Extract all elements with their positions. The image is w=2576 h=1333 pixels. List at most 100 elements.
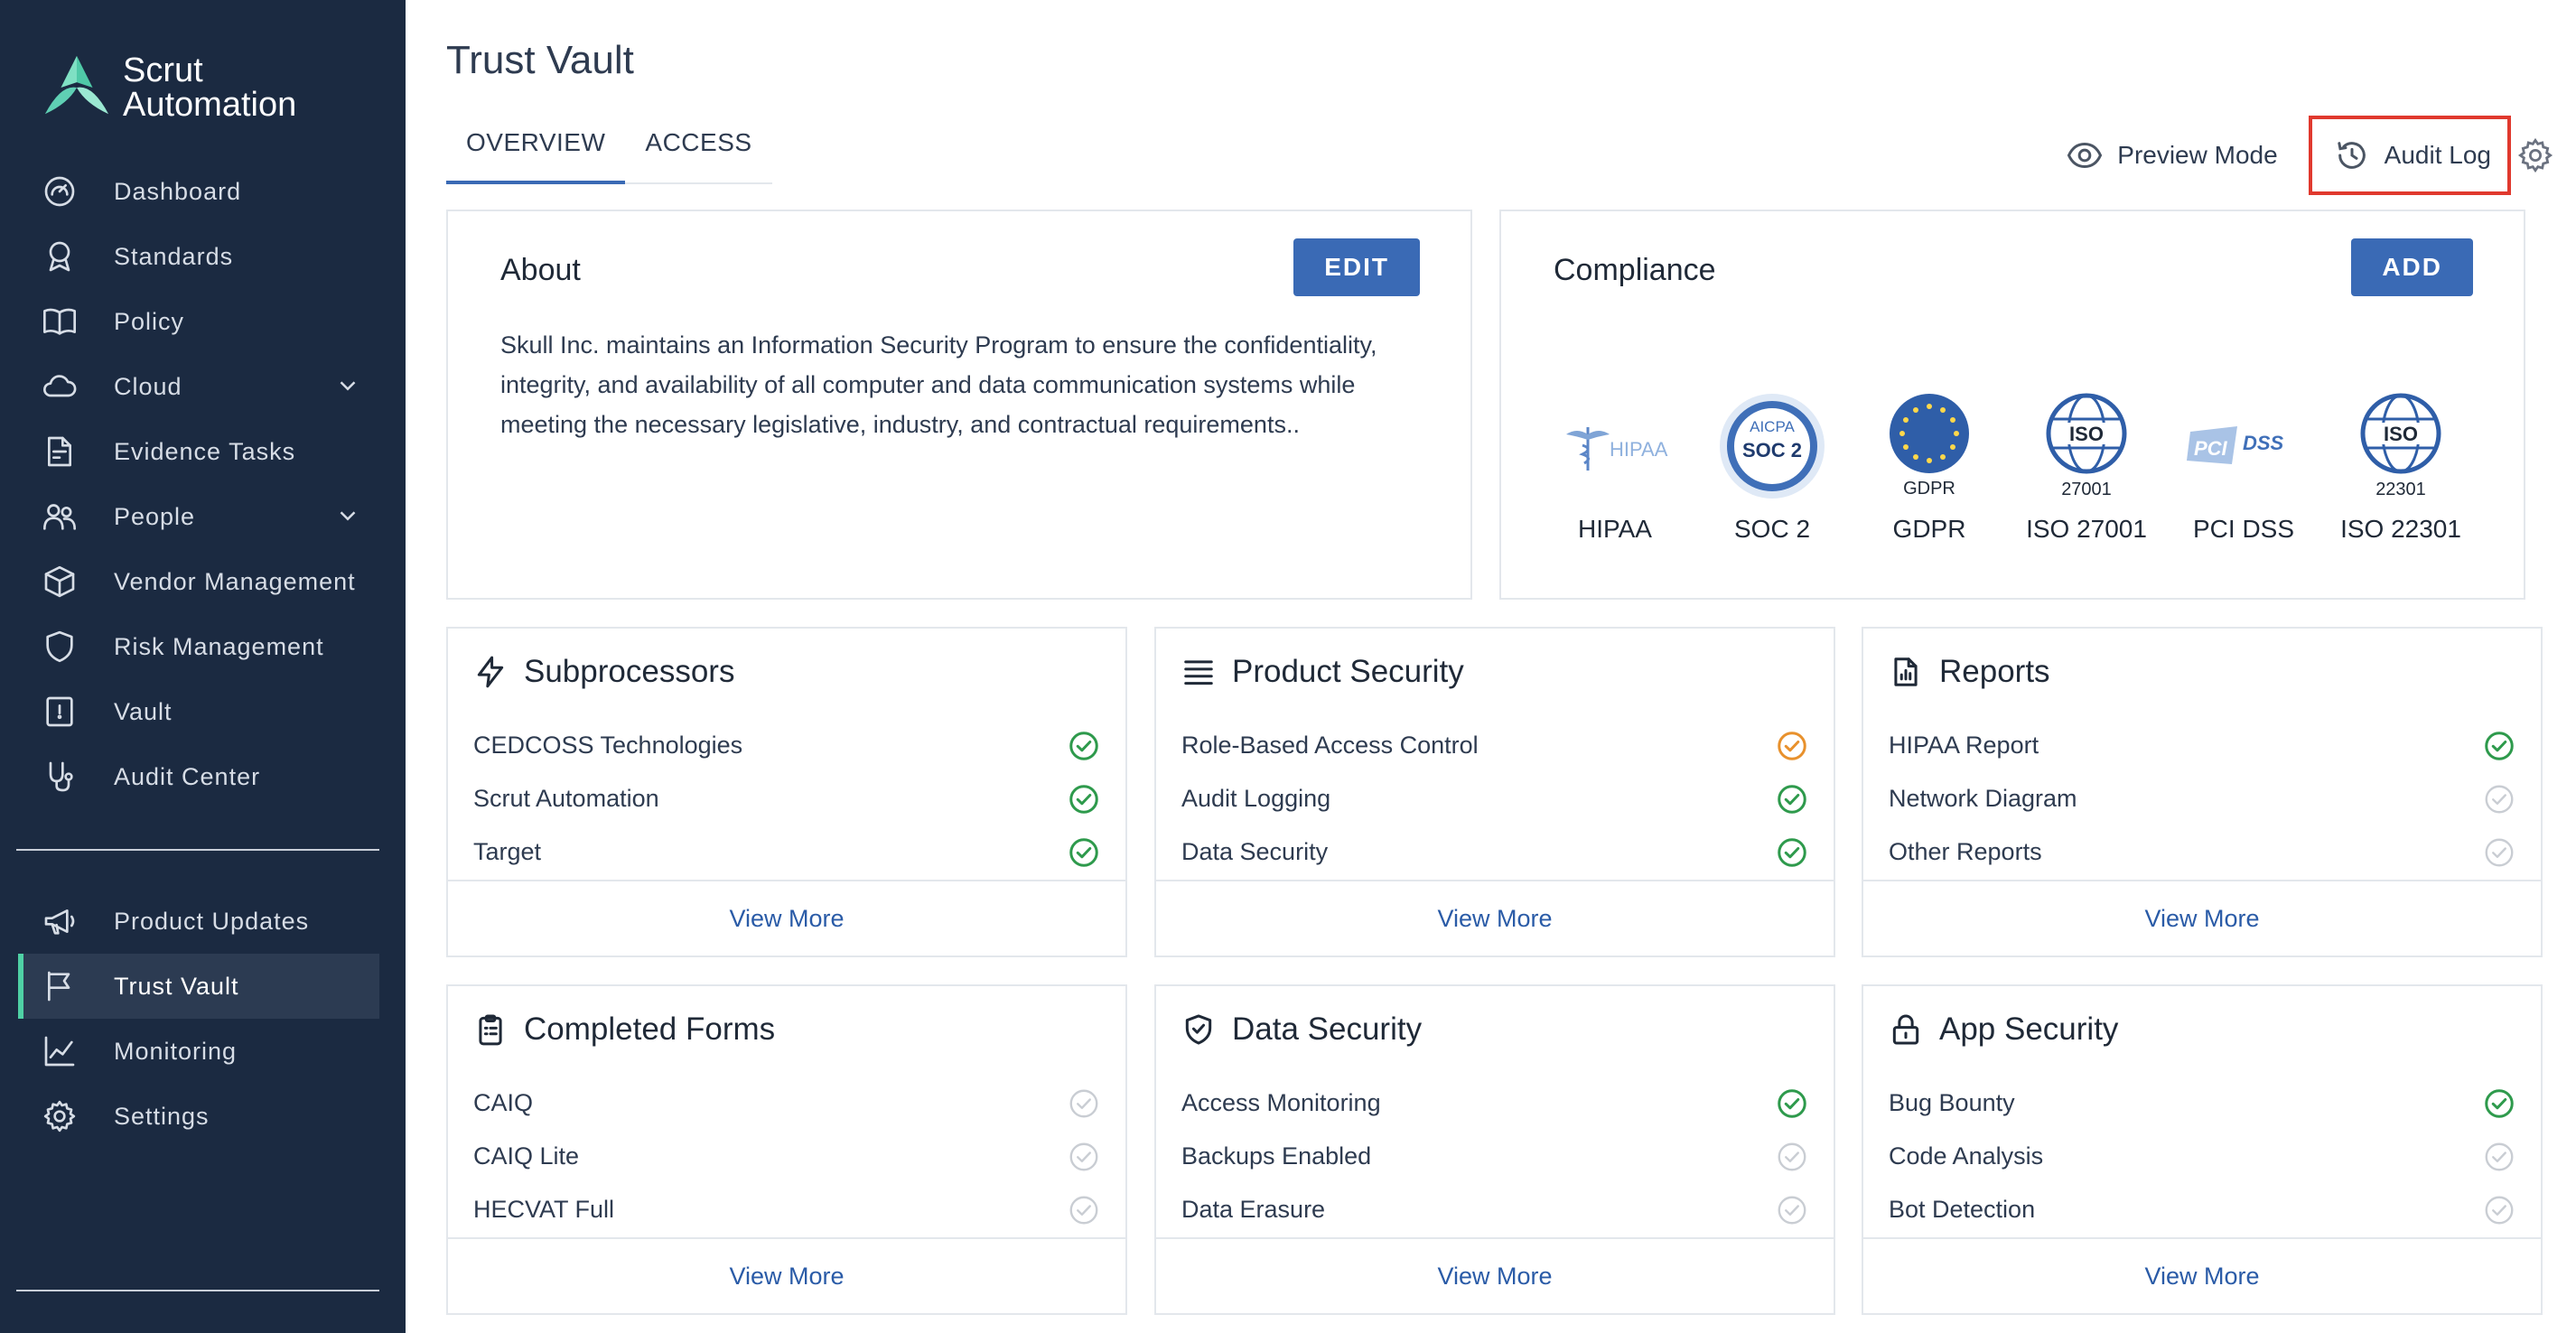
badge-pcidss[interactable]: PCI DSS PCI DSS — [2166, 383, 2321, 544]
sidebar-item-people[interactable]: People — [18, 484, 379, 549]
compliance-card: Compliance ADD HIPAA HIPAA AICPA SOC 2 S… — [1499, 210, 2525, 600]
sidebar-item-monitoring[interactable]: Monitoring — [18, 1019, 379, 1084]
badge-gdpr[interactable]: GDPR GDPR — [1852, 383, 2007, 544]
badge-iso27001[interactable]: ISO 27001 ISO 27001 — [2009, 383, 2164, 544]
list-item[interactable]: Data Security — [1181, 825, 1808, 879]
list-item[interactable]: CAIQ Lite — [473, 1130, 1100, 1183]
list-item[interactable]: CAIQ — [473, 1077, 1100, 1130]
brand-line1: Scrut — [123, 51, 203, 89]
shield-check-icon — [1185, 1014, 1212, 1045]
gear-icon — [43, 1100, 76, 1133]
list-item[interactable]: Audit Logging — [1181, 772, 1808, 825]
data-security-card: Data Security Access Monitoring Backups En… — [1154, 984, 1835, 1315]
list-item[interactable]: Code Analysis — [1889, 1130, 2515, 1183]
list-item-label: Bot Detection — [1889, 1196, 2036, 1223]
sidebar-item-risk-management[interactable]: Risk Management — [18, 614, 379, 679]
edit-button[interactable]: EDIT — [1293, 238, 1420, 296]
sidebar-item-label: Audit Center — [114, 762, 261, 790]
list-item[interactable]: Scrut Automation — [473, 772, 1100, 825]
sidebar: Scrut Automation Dashboard Standards Polic… — [0, 0, 406, 1333]
list-item[interactable]: Access Monitoring — [1181, 1077, 1808, 1130]
view-more-link[interactable]: View More — [1156, 1237, 1834, 1313]
sidebar-item-label: Settings — [114, 1102, 210, 1130]
view-more-link[interactable]: View More — [1863, 1237, 2541, 1313]
list-item[interactable]: Data Erasure — [1181, 1183, 1808, 1236]
list-item[interactable]: HIPAA Report — [1889, 719, 2515, 772]
status-pending-icon — [2485, 1142, 2514, 1170]
list-item-label: Code Analysis — [1889, 1142, 2044, 1170]
badge-hipaa[interactable]: HIPAA HIPAA — [1537, 383, 1693, 544]
list-item-label: CAIQ Lite — [473, 1142, 580, 1170]
sidebar-item-vendor-management[interactable]: Vendor Management — [18, 549, 379, 614]
chevron-down-icon[interactable] — [334, 502, 361, 529]
sidebar-item-label: Risk Management — [114, 632, 324, 660]
tab-overview[interactable]: OVERVIEW — [446, 117, 626, 184]
tab-access[interactable]: ACCESS — [625, 117, 771, 182]
list-item[interactable]: Target — [473, 825, 1100, 879]
list-item[interactable]: Other Reports — [1889, 825, 2515, 879]
product-security-title: Product Security — [1181, 654, 1464, 690]
list-item[interactable]: HECVAT Full — [473, 1183, 1100, 1236]
sidebar-item-label: Trust Vault — [114, 972, 239, 1000]
list-item[interactable]: Network Diagram — [1889, 772, 2515, 825]
iso-22301-logo-icon: ISO 22301 — [2360, 393, 2441, 499]
view-more-link[interactable]: View More — [1863, 880, 2541, 955]
sidebar-item-evidence-tasks[interactable]: Evidence Tasks — [18, 419, 379, 484]
sidebar-item-product-updates[interactable]: Product Updates — [18, 889, 379, 954]
status-pending-icon — [1069, 1089, 1098, 1117]
badge-name-soc2: SOC 2 — [1733, 515, 1811, 543]
stethoscope-icon — [49, 761, 73, 792]
main-content: Trust Vault OVERVIEW ACCESS Preview Mode… — [406, 0, 2576, 1333]
brand-logo[interactable]: Scrut Automation — [42, 52, 296, 123]
sidebar-item-label: Vendor Management — [114, 567, 356, 595]
status-done-icon — [2485, 731, 2514, 760]
scrut-logo-icon — [44, 55, 109, 115]
badge-name-gdpr: GDPR — [1892, 515, 1966, 543]
view-more-link[interactable]: View More — [1156, 880, 1834, 955]
view-more-link[interactable]: View More — [448, 880, 1125, 955]
list-item[interactable]: Bot Detection — [1889, 1183, 2515, 1236]
list-item[interactable]: Role-Based Access Control — [1181, 719, 1808, 772]
sidebar-item-trust-vault[interactable]: Trust Vault — [18, 954, 379, 1019]
flag-icon — [48, 971, 70, 1002]
tile-title-label: App Security — [1939, 1011, 2119, 1047]
sidebar-item-audit-center[interactable]: Audit Center — [18, 744, 379, 809]
badge-name-iso22301: ISO 22301 — [2340, 515, 2461, 543]
sidebar-item-cloud[interactable]: Cloud — [18, 354, 379, 419]
add-button[interactable]: ADD — [2351, 238, 2473, 296]
sidebar-item-dashboard[interactable]: Dashboard — [18, 159, 379, 224]
gdpr-logo-icon: GDPR — [1890, 394, 1969, 499]
svg-text:SOC 2: SOC 2 — [1742, 439, 1802, 461]
list-item-label: CAIQ — [473, 1089, 534, 1116]
svg-text:27001: 27001 — [2061, 480, 2112, 499]
settings-gear-icon[interactable] — [2516, 136, 2554, 174]
sidebar-item-policy[interactable]: Policy — [18, 289, 379, 354]
badge-iso22301[interactable]: ISO 22301 ISO 22301 — [2323, 383, 2478, 544]
award-icon — [49, 241, 70, 272]
status-done-icon — [2485, 1088, 2514, 1118]
chart-icon — [44, 1036, 75, 1067]
list-item-label: Audit Logging — [1181, 785, 1331, 812]
sidebar-item-vault[interactable]: Vault — [18, 679, 379, 744]
list-item-label: Bug Bounty — [1889, 1089, 2015, 1116]
tile-title-label: Data Security — [1232, 1011, 1423, 1047]
app-security-list: Bug Bounty Code Analysis Bot Detection — [1889, 1077, 2515, 1236]
vault-icon — [46, 696, 73, 727]
svg-text:HIPAA: HIPAA — [1610, 438, 1668, 461]
audit-log-button[interactable]: Audit Log — [2308, 116, 2511, 195]
status-done-icon — [1778, 1088, 1806, 1118]
preview-mode-button[interactable]: Preview Mode — [2067, 137, 2278, 173]
chevron-down-icon[interactable] — [334, 372, 361, 399]
sidebar-item-standards[interactable]: Standards — [18, 224, 379, 289]
product-security-card: Product Security Role-Based Access Contro… — [1154, 627, 1835, 957]
view-more-link[interactable]: View More — [448, 1237, 1125, 1313]
subprocessors-title: Subprocessors — [473, 654, 734, 690]
status-done-icon — [1069, 731, 1098, 760]
list-item[interactable]: CEDCOSS Technologies — [473, 719, 1100, 772]
list-item[interactable]: Bug Bounty — [1889, 1077, 2515, 1130]
tile-title-label: Reports — [1939, 654, 2050, 689]
list-item[interactable]: Backups Enabled — [1181, 1130, 1808, 1183]
sidebar-item-settings[interactable]: Settings — [18, 1084, 379, 1149]
completed-forms-title: Completed Forms — [473, 1011, 775, 1048]
badge-soc2[interactable]: AICPA SOC 2 SOC 2 — [1694, 383, 1850, 544]
